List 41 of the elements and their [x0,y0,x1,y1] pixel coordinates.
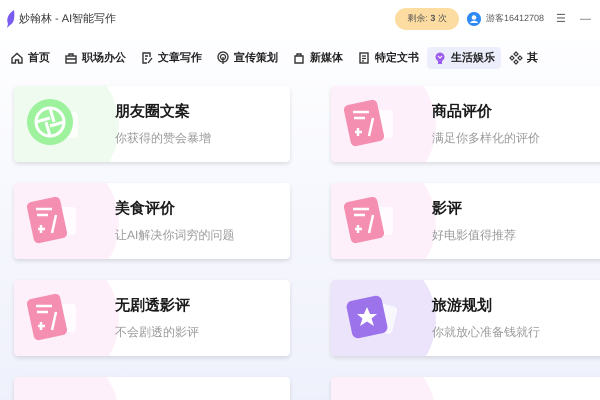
lightbulb-icon [433,51,447,65]
tool-card[interactable]: 影评 好电影值得推荐 [331,183,600,259]
tool-card[interactable]: 朋友圈文案 你获得的赞会暴增 [14,86,290,162]
window-title: 妙翰林 - AI智能写作 [19,12,116,27]
briefcase-icon [64,51,78,65]
card-title: 美食评价 [115,198,176,219]
nav-tab[interactable]: 新媒体 [286,47,349,69]
card-title: 无剧透影评 [115,296,191,316]
diamond-grid-icon [509,51,523,65]
user-avatar-icon[interactable] [466,12,481,26]
card-title: 商品评价 [432,102,493,122]
nav-tab[interactable]: 其 [503,47,544,69]
card-description: 不会剧透的影评 [115,324,199,342]
nav-tab[interactable]: 职场办公 [58,47,132,69]
tool-card[interactable]: 商品评价 满足你多样化的评价 [331,86,600,162]
pencil-document-icon [140,51,154,65]
minimize-button[interactable]: — [580,10,600,28]
card-title: 朋友圈文案 [115,102,191,122]
nav-tab[interactable]: 宣传策划 [210,47,284,69]
tool-card[interactable]: 旅游规划 你就放心准备钱就行 [331,280,600,356]
shopping-bag-icon [292,51,306,65]
card-description: 让AI解决你词穷的问题 [115,227,234,244]
nav-tab[interactable]: 首页 [4,47,56,69]
card-title: 旅游规划 [432,296,493,316]
card-description: 满足你多样化的评价 [432,130,540,148]
username[interactable]: 游客16412708 [486,12,544,26]
house-icon [10,51,24,65]
tool-card[interactable]: 美食评价 让AI解决你词穷的问题 [14,183,290,259]
nav-tab[interactable]: 特定文书 [351,47,425,69]
card-description: 你获得的赞会暴增 [115,130,211,148]
card-title: 影评 [432,198,463,219]
document-icon [357,51,371,65]
card-description: 你就放心准备钱就行 [432,324,540,342]
feather-logo-icon [6,10,16,28]
tool-card[interactable]: 无剧透影评 不会剧透的影评 [14,280,290,356]
quota-badge: 剩余: 3 次 [395,8,459,30]
nav-tab[interactable]: 生活娱乐 [427,47,501,69]
nav-tab[interactable]: 文章写作 [134,47,208,69]
card-description: 好电影值得推荐 [432,227,516,244]
menu-button[interactable]: ☰ [556,10,566,28]
target-icon [216,51,230,65]
